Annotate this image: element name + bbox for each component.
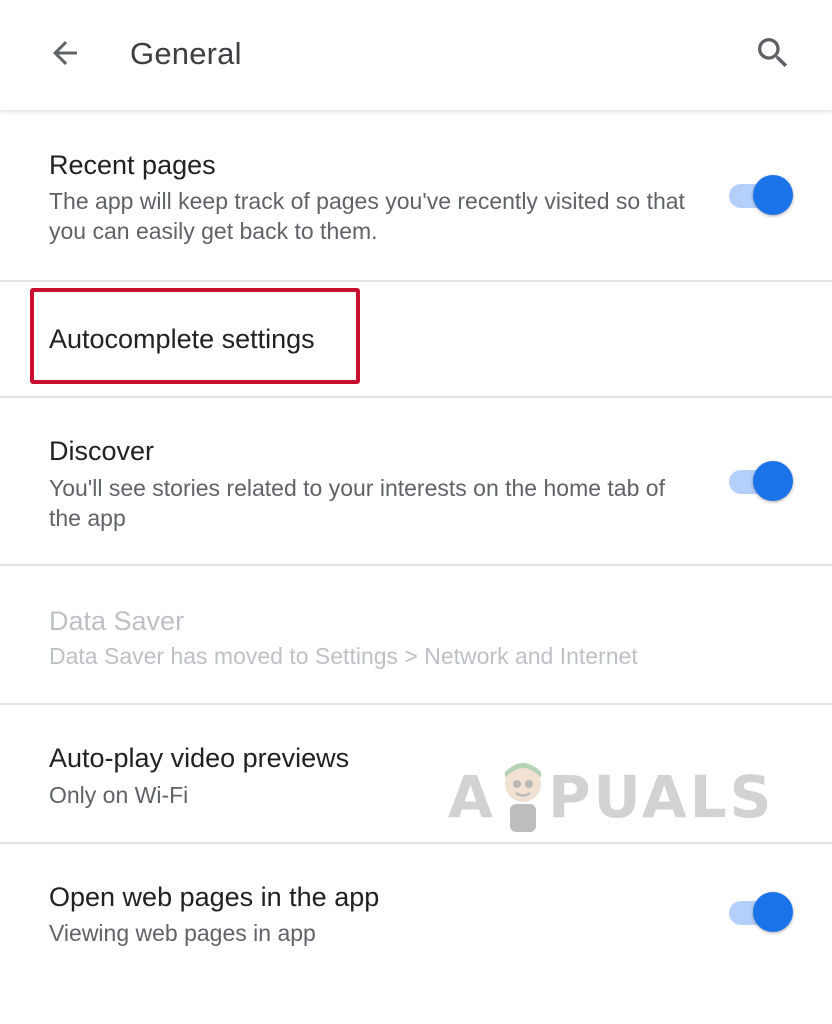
toggle-thumb [753,175,793,215]
discover-toggle[interactable] [727,459,793,503]
setting-title: Autocomplete settings [49,324,315,354]
open-web-pages-toggle[interactable] [727,890,793,934]
page-title: General [130,36,242,71]
setting-recent-pages[interactable]: Recent pages The app will keep track of … [0,110,832,282]
toggle-thumb [753,461,793,501]
back-button[interactable] [34,22,96,84]
setting-data-saver: Data Saver Data Saver has moved to Setti… [0,566,832,705]
setting-title: Open web pages in the app [49,882,380,912]
setting-autoplay-video[interactable]: Auto-play video previews Only on Wi-Fi [0,705,832,844]
setting-title: Discover [49,436,155,466]
setting-title: Auto-play video previews [49,743,350,773]
setting-subtitle: You'll see stories related to your inter… [49,475,665,531]
search-button[interactable] [742,22,804,84]
setting-title: Recent pages [49,150,216,180]
setting-subtitle: Only on Wi-Fi [49,782,189,808]
setting-title: Data Saver [49,606,185,636]
general-settings-screen: General Recent pages The app will keep t… [0,0,832,1024]
arrow-back-icon [53,41,77,65]
toggle-thumb [753,892,793,932]
setting-subtitle: Viewing web pages in app [49,920,316,946]
setting-subtitle: The app will keep track of pages you've … [49,188,685,244]
search-icon [758,38,788,68]
setting-open-web-pages[interactable]: Open web pages in the app Viewing web pa… [0,844,832,984]
setting-subtitle: Data Saver has moved to Settings > Netwo… [49,643,638,669]
setting-discover[interactable]: Discover You'll see stories related to y… [0,398,832,566]
setting-autocomplete[interactable]: Autocomplete settings [0,282,832,398]
recent-pages-toggle[interactable] [727,173,793,217]
app-bar: General [0,0,832,110]
